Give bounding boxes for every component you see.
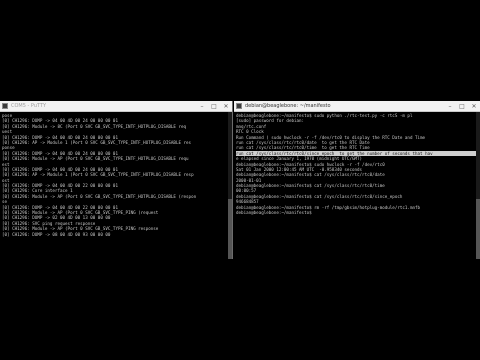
close-icon[interactable]: ✕: [468, 101, 480, 111]
terminal-right-line: debian@beaglebone:~/manifesto$: [236, 210, 315, 216]
title-bar-left[interactable]: COM5 - PuTTY – □ ✕: [0, 101, 232, 112]
close-icon[interactable]: ✕: [220, 101, 232, 111]
terminal-left-line: [0] CH1296: DUMP -> 08 00 4D 00 93 00 00…: [2, 231, 111, 237]
scrollbar-left[interactable]: [228, 112, 232, 259]
scroll-thumb-left[interactable]: [228, 199, 232, 259]
window-title-right: debian@beaglebone: ~/manifesto: [245, 103, 331, 109]
terminal-output-right[interactable]: debian@beaglebone:~/manifesto$ sudo pyth…: [236, 113, 476, 258]
terminal-output-left[interactable]: pose [0] CH1296: DUMP -> 04 00 4D 00 24 0…: [2, 113, 228, 258]
terminal-window-left[interactable]: COM5 - PuTTY – □ ✕ pose [0] CH1296: DUMP …: [0, 101, 233, 259]
window-title-left: COM5 - PuTTY: [11, 103, 47, 109]
title-bar-right[interactable]: debian@beaglebone: ~/manifesto – □ ✕: [234, 101, 480, 112]
minimize-icon[interactable]: –: [444, 101, 456, 111]
maximize-icon[interactable]: □: [456, 101, 468, 111]
terminal-icon: [236, 103, 242, 109]
scrollbar-right[interactable]: [476, 112, 480, 259]
minimize-icon[interactable]: –: [196, 101, 208, 111]
terminal-window-right[interactable]: debian@beaglebone: ~/manifesto – □ ✕ deb…: [234, 101, 480, 259]
terminal-left-line: [0] CH1296: Module -> AP (Port 0 SVC GB_…: [2, 193, 197, 199]
scroll-thumb-right[interactable]: [476, 199, 480, 259]
putty-icon: [2, 103, 8, 109]
maximize-icon[interactable]: □: [208, 101, 220, 111]
